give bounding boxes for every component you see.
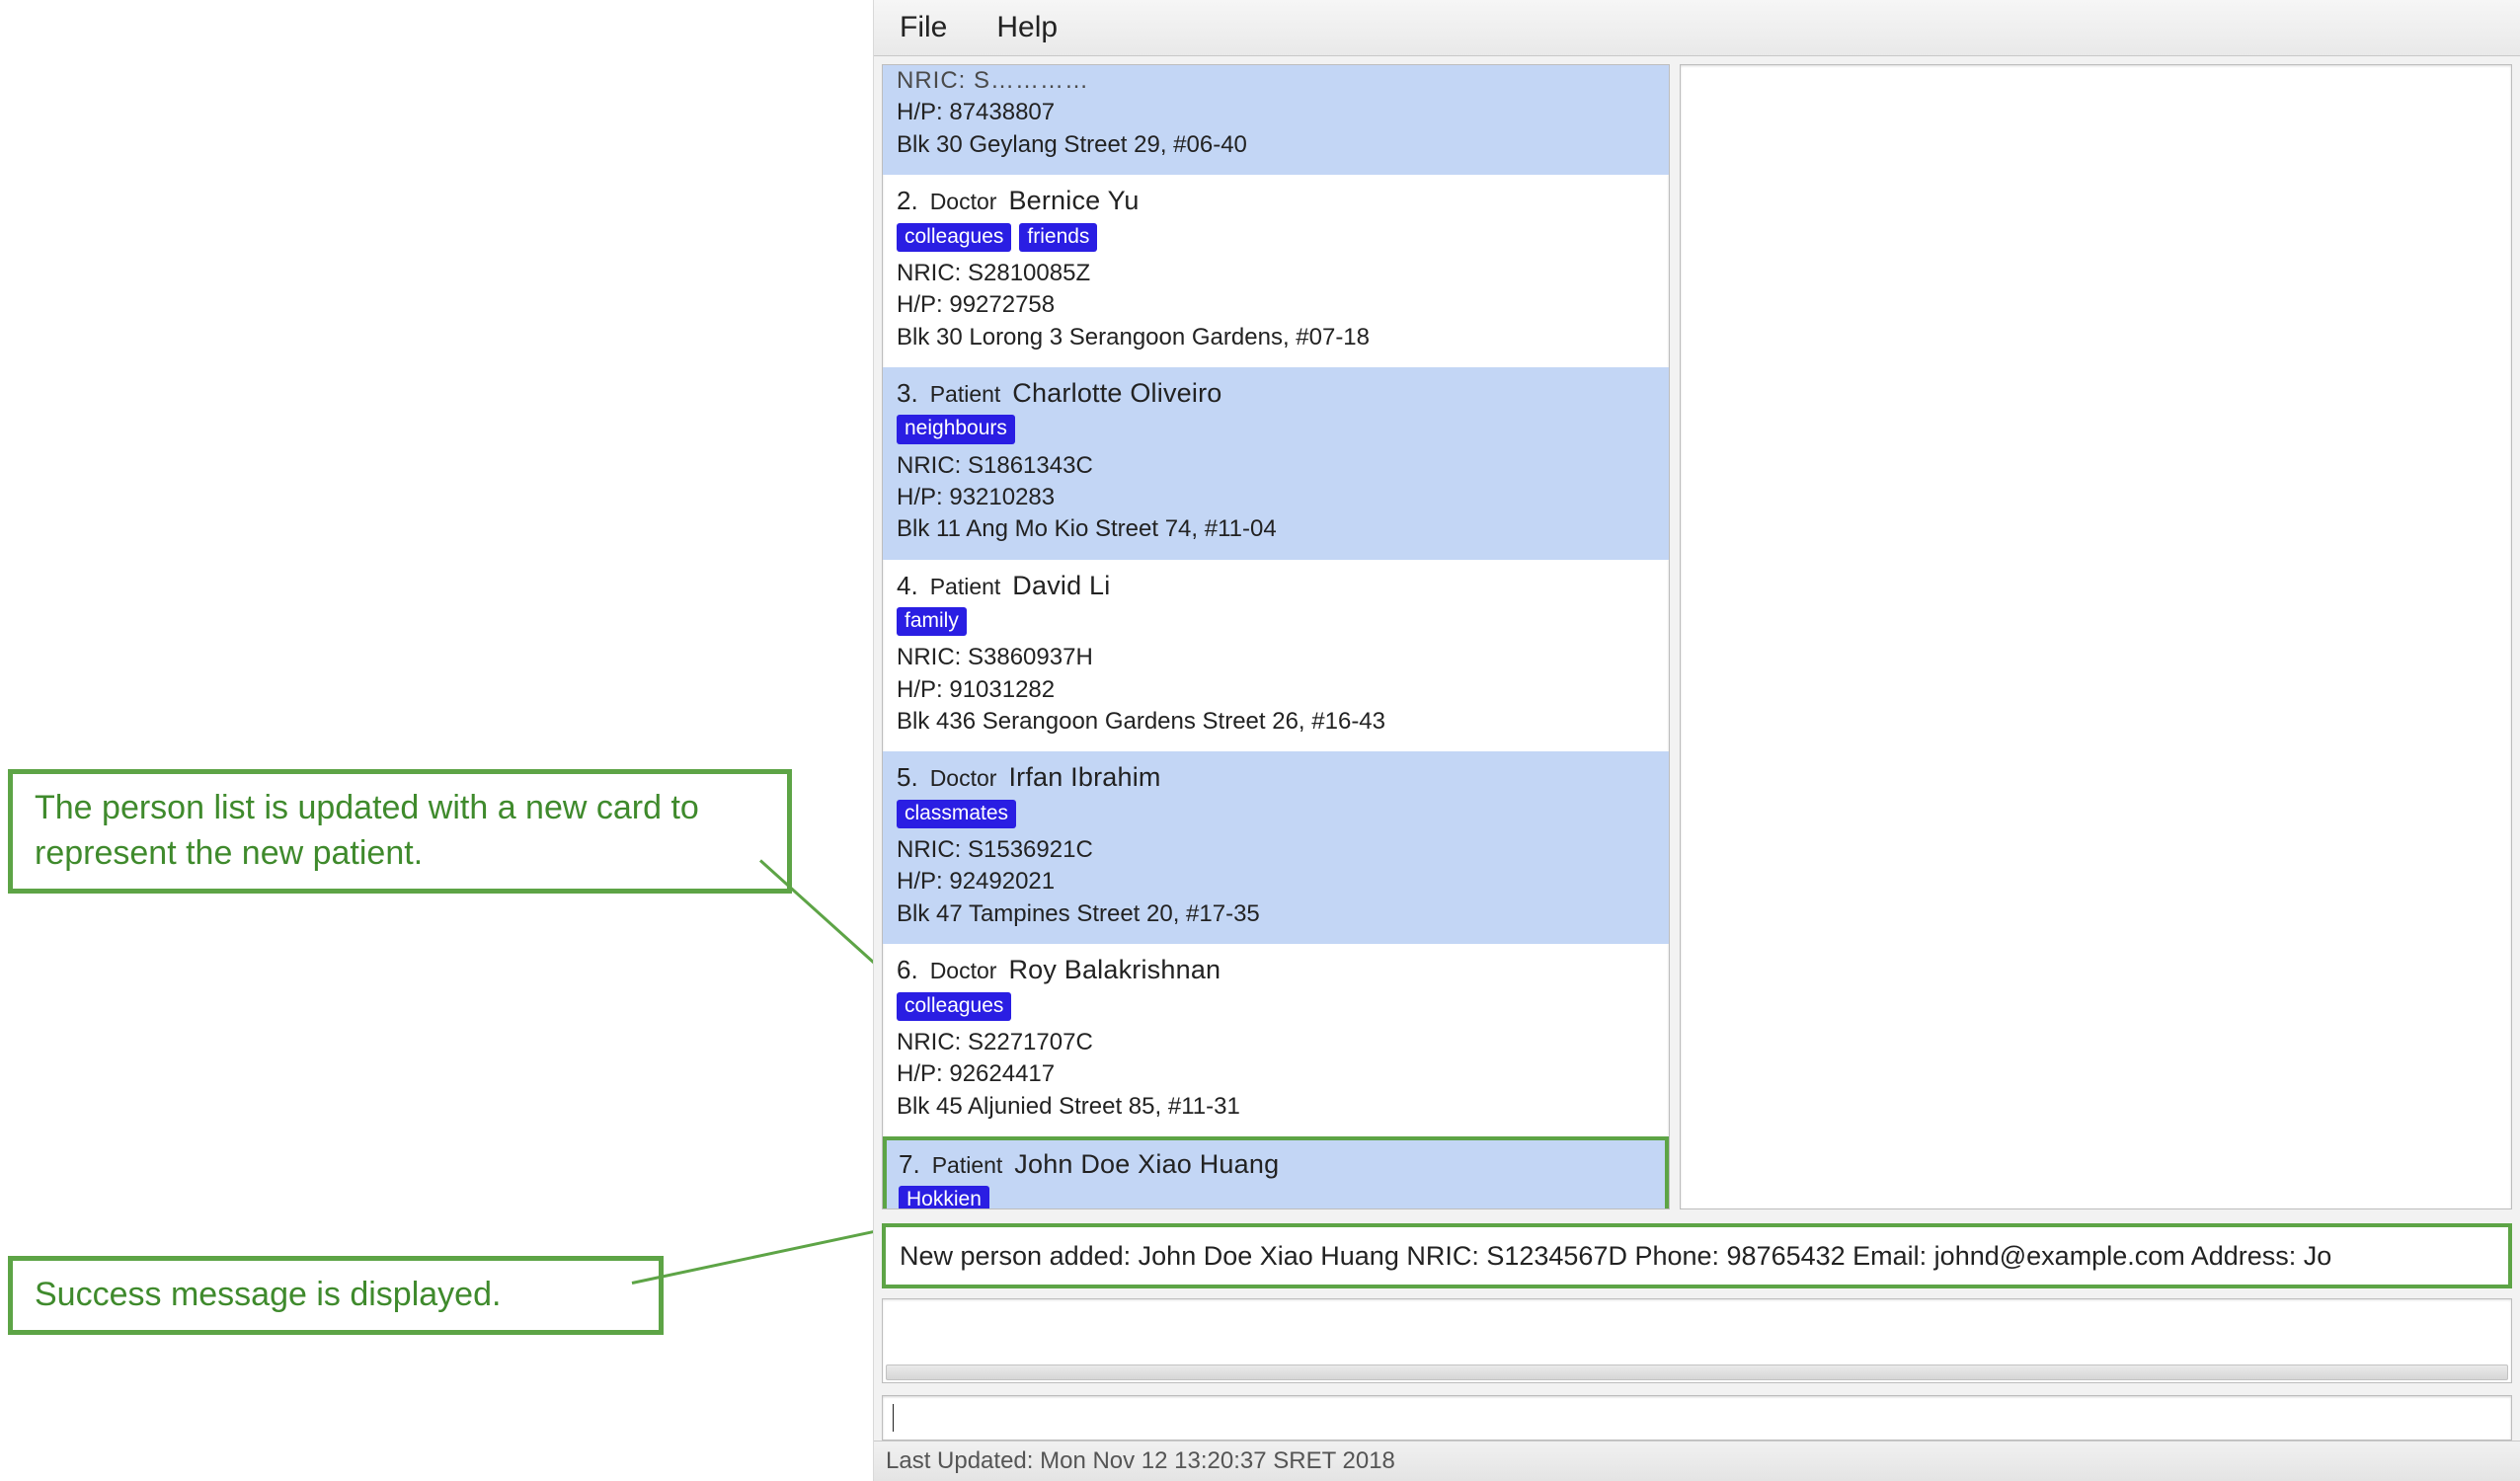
person-tags: colleagues friends <box>897 223 1655 252</box>
person-head: 3. Patient Charlotte Oliveiro <box>897 375 1655 411</box>
person-card[interactable]: 4. Patient David Li family NRIC: S3860937HH/… <box>883 560 1669 752</box>
person-card-new[interactable]: 7.PatientJohn Doe Xiao HuangHokkienNRIC:… <box>883 1136 1669 1208</box>
command-input-wrap <box>882 1395 2512 1441</box>
person-head: 6. Doctor Roy Balakrishnan <box>897 952 1655 987</box>
person-type: Doctor <box>930 763 997 794</box>
menu-bar: File Help <box>874 0 2520 56</box>
person-tags: family <box>897 607 1655 636</box>
person-address: Blk 11 Ang Mo Kio Street 74, #11-04 <box>897 513 1655 545</box>
person-index: 7. <box>899 1147 920 1182</box>
person-tags: colleagues <box>897 992 1655 1021</box>
person-address: Blk 436 Serangoon Gardens Street 26, #16… <box>897 706 1655 738</box>
person-nric: NRIC: S………… <box>897 65 1655 97</box>
status-text: Last Updated: Mon Nov 12 13:20:37 SRET 2… <box>886 1447 1395 1475</box>
person-type: Doctor <box>930 187 997 217</box>
person-phone: H/P: 92624417 <box>897 1058 1655 1090</box>
person-nric: NRIC: S1536921C <box>897 834 1655 866</box>
person-list-panel: NRIC: S…………H/P: 87438807Blk 30 Geylang S… <box>882 64 1670 1209</box>
person-address: Blk 30 Geylang Street 29, #06-40 <box>897 129 1655 161</box>
person-index: 5. <box>897 760 918 795</box>
annotation-success-msg: Success message is displayed. <box>8 1256 664 1335</box>
person-tags: neighbours <box>897 415 1655 443</box>
tag: Hokkien <box>899 1186 989 1208</box>
person-nric: NRIC: S2810085Z <box>897 258 1655 289</box>
annotation-text: The person list is updated with a new ca… <box>35 789 699 872</box>
person-card[interactable]: 2. Doctor Bernice Yu colleagues friends NRIC:… <box>883 175 1669 367</box>
person-phone: H/P: 93210283 <box>897 482 1655 513</box>
person-phone: H/P: 87438807 <box>897 97 1655 128</box>
person-list-scroll[interactable]: NRIC: S…………H/P: 87438807Blk 30 Geylang S… <box>883 65 1669 1208</box>
person-card[interactable]: 6. Doctor Roy Balakrishnan colleagues NRIC: … <box>883 944 1669 1136</box>
person-card[interactable]: 3. Patient Charlotte Oliveiro neighbours NRI… <box>883 367 1669 560</box>
person-index: 6. <box>897 953 918 987</box>
person-tags: classmates <box>897 800 1655 828</box>
annotation-new-card: The person list is updated with a new ca… <box>8 769 792 894</box>
person-phone: H/P: 92492021 <box>897 866 1655 897</box>
person-address: Blk 30 Lorong 3 Serangoon Gardens, #07-1… <box>897 322 1655 353</box>
person-phone: H/P: 99272758 <box>897 289 1655 321</box>
person-type: Patient <box>930 379 1001 410</box>
person-card[interactable]: 5. Doctor Irfan Ibrahim classmates NRIC: S15… <box>883 751 1669 944</box>
person-head: 7. Patient John Doe Xiao Huang <box>899 1146 1653 1182</box>
person-nric: NRIC: S1861343C <box>897 450 1655 482</box>
secondary-output-panel <box>882 1298 2512 1383</box>
status-bar: Last Updated: Mon Nov 12 13:20:37 SRET 2… <box>874 1441 2520 1481</box>
menu-file[interactable]: File <box>892 7 955 48</box>
horizontal-scrollbar[interactable] <box>886 1364 2508 1380</box>
person-index: 4. <box>897 569 918 603</box>
tag: friends <box>1019 223 1097 252</box>
tag: colleagues <box>897 223 1011 252</box>
tag: neighbours <box>897 415 1015 443</box>
person-index: 2. <box>897 184 918 218</box>
content-row: NRIC: S…………H/P: 87438807Blk 30 Geylang S… <box>874 56 2520 1209</box>
tag: classmates <box>897 800 1016 828</box>
connector-line <box>632 1228 884 1285</box>
person-name: Roy Balakrishnan <box>1008 952 1221 987</box>
detail-panel <box>1680 64 2512 1209</box>
app-window: File Help NRIC: S…………H/P: 87438807Blk 30… <box>873 0 2520 1481</box>
person-head: 4. Patient David Li <box>897 568 1655 603</box>
menu-help[interactable]: Help <box>988 7 1065 48</box>
person-name: David Li <box>1012 568 1110 603</box>
person-nric: NRIC: S3860937H <box>897 642 1655 673</box>
command-input[interactable] <box>894 1402 2501 1435</box>
person-name: Charlotte Oliveiro <box>1012 375 1221 411</box>
person-tags: Hokkien <box>899 1186 1653 1208</box>
annotation-text: Success message is displayed. <box>35 1276 501 1313</box>
person-address: Blk 45 Aljunied Street 85, #11-31 <box>897 1091 1655 1123</box>
result-display: New person added: John Doe Xiao Huang NR… <box>882 1223 2512 1288</box>
result-text: New person added: John Doe Xiao Huang NR… <box>900 1241 2331 1272</box>
person-index: 3. <box>897 376 918 411</box>
person-type: Patient <box>930 572 1001 602</box>
person-type: Doctor <box>930 956 997 986</box>
person-head: 2. Doctor Bernice Yu <box>897 183 1655 218</box>
person-address: Blk 47 Tampines Street 20, #17-35 <box>897 898 1655 930</box>
person-card[interactable]: NRIC: S…………H/P: 87438807Blk 30 Geylang S… <box>883 65 1669 175</box>
person-head: 5. Doctor Irfan Ibrahim <box>897 759 1655 795</box>
tag: colleagues <box>897 992 1011 1021</box>
person-phone: H/P: 91031282 <box>897 674 1655 706</box>
person-nric: NRIC: S2271707C <box>897 1027 1655 1058</box>
person-name: John Doe Xiao Huang <box>1014 1146 1279 1182</box>
tag: family <box>897 607 967 636</box>
person-name: Bernice Yu <box>1008 183 1139 218</box>
person-type: Patient <box>932 1150 1003 1181</box>
person-name: Irfan Ibrahim <box>1008 759 1160 795</box>
